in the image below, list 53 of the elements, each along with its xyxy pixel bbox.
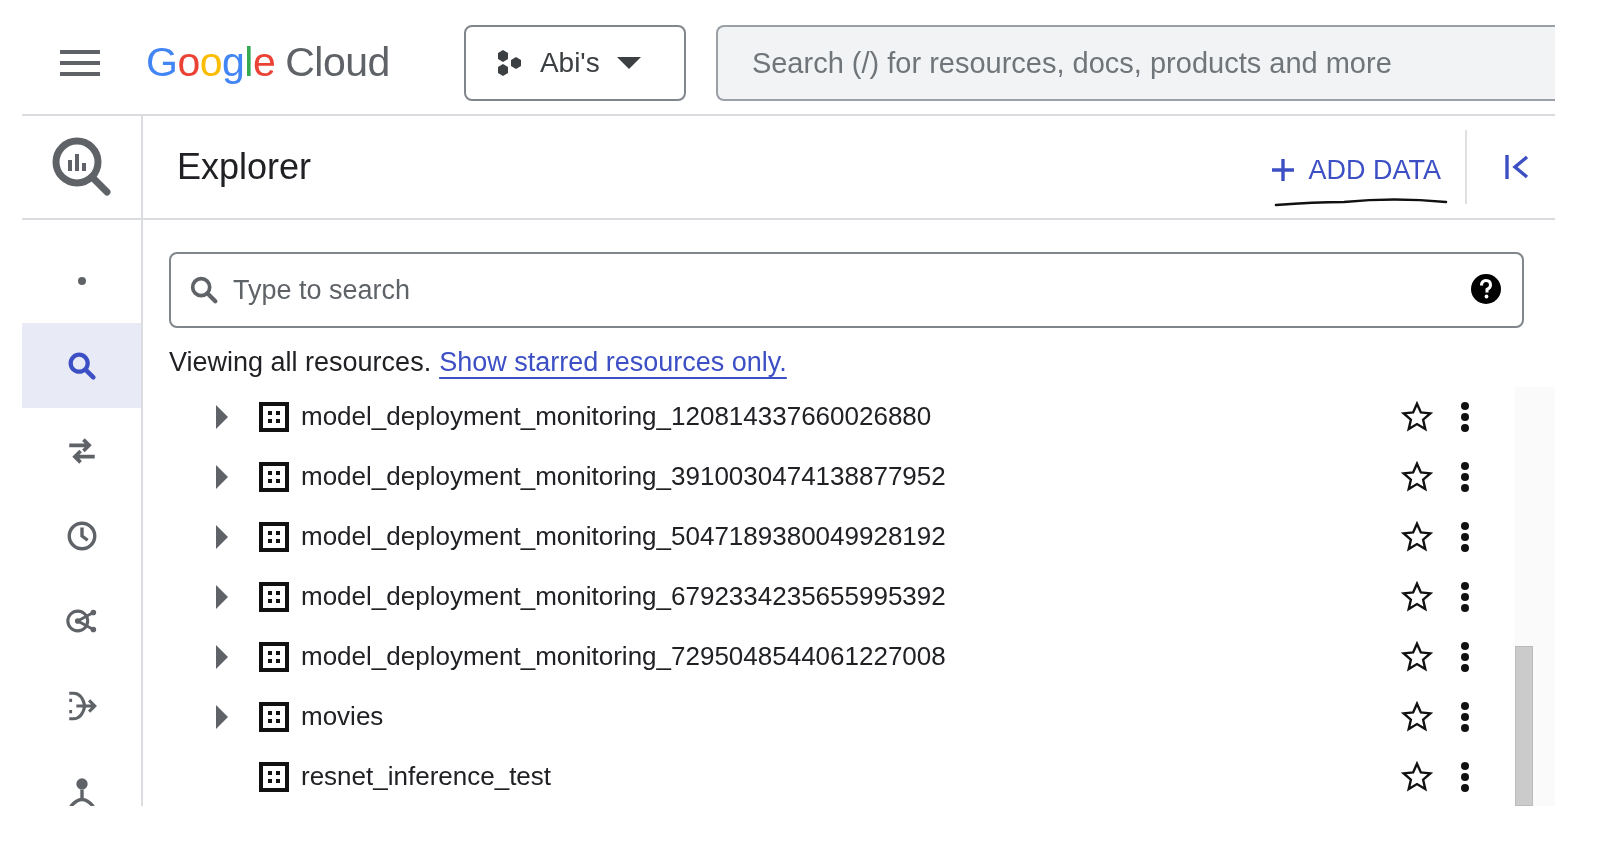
more-options-icon[interactable] <box>1459 460 1471 493</box>
resource-name: model_deployment_monitoring_5047189380049928192 <box>301 520 947 553</box>
help-icon[interactable] <box>1470 273 1502 305</box>
notice-text: Viewing all resources. <box>169 346 432 379</box>
more-options-icon[interactable] <box>1459 640 1471 673</box>
panel-title: Explorer <box>177 145 313 189</box>
magnifier-chart-icon <box>50 136 113 198</box>
dot-icon <box>77 276 86 285</box>
tree-row[interactable]: model_deployment_monitoring_3910030474138877952 <box>143 446 1515 507</box>
star-icon[interactable] <box>1401 700 1433 733</box>
table-icon <box>259 701 289 732</box>
resource-name: resnet_inference_test <box>301 760 553 793</box>
resource-name: movies <box>301 700 385 733</box>
caret-icon <box>615 56 642 70</box>
table-icon <box>259 401 289 432</box>
star-icon[interactable] <box>1401 760 1433 793</box>
project-picker[interactable]: Abi's <box>463 25 686 101</box>
sidebar-item[interactable] <box>22 323 141 408</box>
more-options-icon[interactable] <box>1459 400 1471 433</box>
star-icon[interactable] <box>1401 580 1433 613</box>
tree-row[interactable]: movies <box>143 686 1515 747</box>
menu-icon[interactable] <box>60 48 100 78</box>
search-field[interactable]: Search (/) for resources, docs, products and more <box>715 25 1555 101</box>
star-icon[interactable] <box>1401 400 1433 433</box>
tree-row[interactable]: model_deployment_monitoring_5047189380049928192 <box>143 506 1515 567</box>
starred-filter-link[interactable]: Show starred resources only. <box>439 342 787 383</box>
tree-row[interactable]: model_deployment_monitoring_7295048544061227008 <box>143 626 1515 687</box>
star-icon[interactable] <box>1401 520 1433 553</box>
more-options-icon[interactable] <box>1459 760 1471 793</box>
resource-name: model_deployment_monitoring_120814337660026880 <box>301 400 933 433</box>
resource-name: model_deployment_monitoring_6792334235655995392 <box>301 580 947 613</box>
logo-wordmark: Google <box>146 38 276 88</box>
tree-row[interactable]: resnet_inference_test <box>143 746 1515 806</box>
tree-row[interactable]: model_deployment_monitoring_120814337660026880 <box>143 386 1515 447</box>
resource-name: model_deployment_monitoring_7295048544061227008 <box>301 640 947 673</box>
search-field[interactable]: Type to search <box>169 252 1524 328</box>
scrollbar-thumb[interactable] <box>1515 646 1533 806</box>
star-icon[interactable] <box>1401 640 1433 673</box>
table-icon <box>259 461 289 492</box>
tree-row[interactable]: model_deployment_monitoring_6792334235655995392 <box>143 566 1515 627</box>
plus-icon <box>1270 157 1297 183</box>
more-options-icon[interactable] <box>1459 520 1471 553</box>
star-icon[interactable] <box>1401 460 1433 493</box>
more-options-icon[interactable] <box>1459 700 1471 733</box>
add-data-button[interactable]: ADD DATA <box>1266 143 1445 197</box>
more-options-icon[interactable] <box>1459 580 1471 613</box>
table-icon <box>259 521 289 552</box>
resource-name: model_deployment_monitoring_3910030474138877952 <box>301 460 947 493</box>
logo[interactable]: Google Cloud <box>146 32 390 94</box>
logo-product-name: Cloud <box>285 38 390 88</box>
table-icon <box>259 761 289 792</box>
table-icon <box>259 581 289 612</box>
table-icon <box>259 641 289 672</box>
